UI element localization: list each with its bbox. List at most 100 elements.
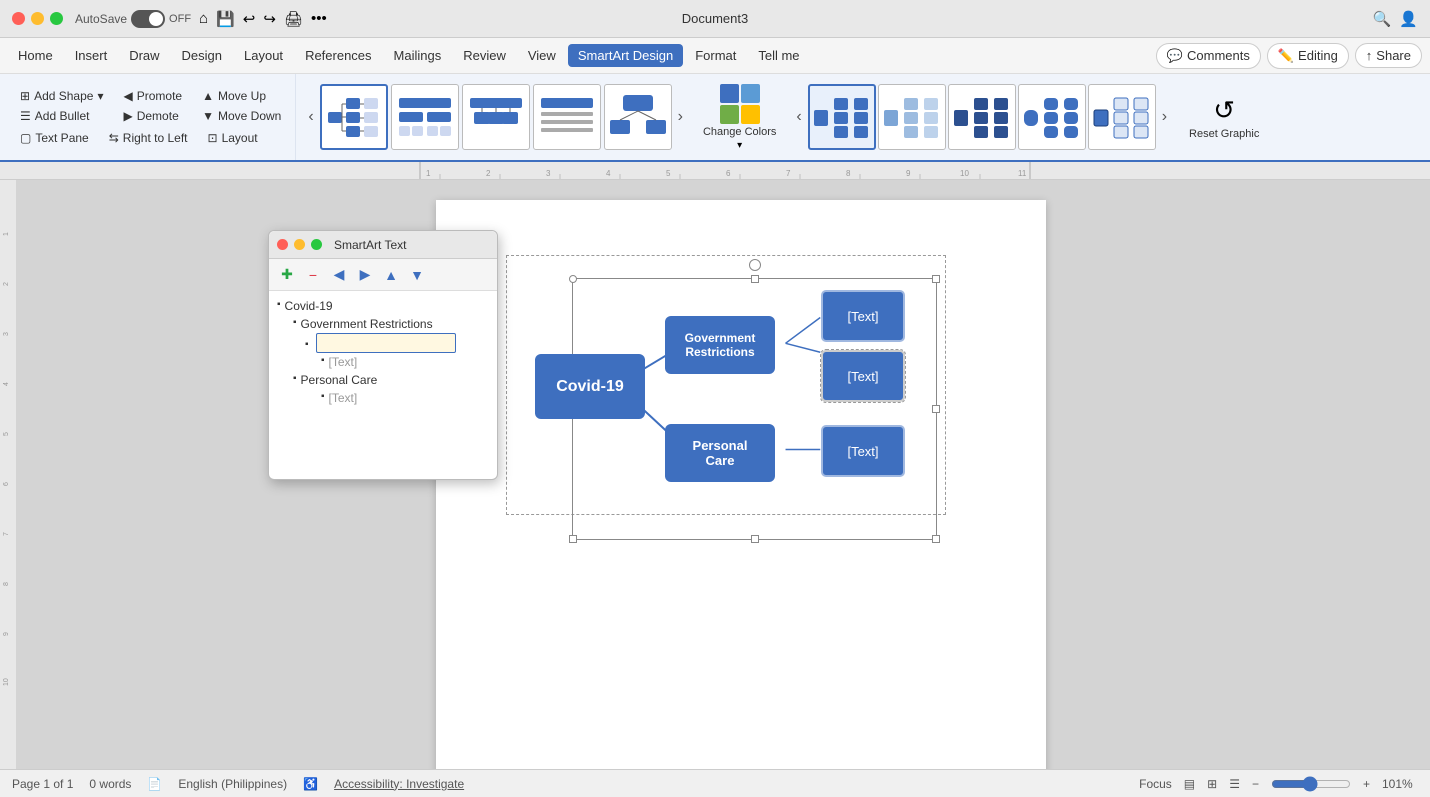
menu-draw[interactable]: Draw	[119, 44, 169, 67]
search-icon[interactable]: 🔍	[1373, 10, 1392, 28]
smartart-text-pane: SmartArt Text ✚ − ◀ ▶ ▲ ▼ ▪ Covid-19 ▪	[268, 230, 498, 480]
zoom-out-icon[interactable]: −	[1252, 777, 1259, 791]
titlebar-right: 🔍 👤	[1373, 10, 1418, 28]
resize-handle-tc[interactable]	[751, 275, 759, 283]
menu-view[interactable]: View	[518, 44, 566, 67]
change-colors-group[interactable]: Change Colors ▾	[695, 74, 784, 160]
comments-button[interactable]: 💬 Comments	[1156, 43, 1261, 69]
more-icon[interactable]: •••	[311, 10, 327, 27]
style-thumb-4[interactable]	[1018, 84, 1086, 150]
resize-handle-bc[interactable]	[751, 535, 759, 543]
save-icon[interactable]: 💾	[216, 10, 235, 28]
layout-thumb-3[interactable]	[462, 84, 530, 150]
move-up-button[interactable]: ▲ Move Up	[196, 87, 287, 105]
zoom-in-icon[interactable]: +	[1363, 777, 1370, 791]
rtl-icon: ⇆	[109, 131, 119, 145]
text-node-2-selected[interactable]: [Text]	[821, 350, 905, 402]
autosave-toggle[interactable]	[131, 10, 165, 28]
styles-prev-button[interactable]: ‹	[792, 108, 805, 126]
view-web-icon[interactable]: ⊞	[1207, 777, 1217, 791]
menu-tell-me[interactable]: Tell me	[748, 44, 809, 67]
person-icon[interactable]: 👤	[1399, 10, 1418, 28]
demote-button[interactable]: ▶ Demote	[117, 107, 188, 125]
pane-down-button[interactable]: ▼	[405, 263, 429, 287]
menu-mailings[interactable]: Mailings	[384, 44, 452, 67]
menu-design[interactable]: Design	[172, 44, 232, 67]
layout-thumb-4[interactable]	[533, 84, 601, 150]
style-thumb-3[interactable]	[948, 84, 1016, 150]
share-button[interactable]: ↑ Share	[1355, 43, 1422, 68]
layout-button[interactable]: ⊡ Layout	[202, 129, 264, 147]
change-colors-label: Change Colors	[703, 126, 776, 138]
text-pane-icon: ▢	[20, 131, 31, 145]
resize-handle-tl[interactable]	[569, 275, 577, 283]
right-to-left-button[interactable]: ⇆ Right to Left	[103, 129, 194, 147]
add-bullet-button[interactable]: ☰ Add Bullet	[14, 107, 109, 125]
styles-next-button[interactable]: ›	[1158, 108, 1171, 126]
titlebar-toolbar: ⌂ 💾 ↩ ↪ 🖨 •••	[199, 10, 327, 28]
menu-insert[interactable]: Insert	[65, 44, 118, 67]
menu-references[interactable]: References	[295, 44, 381, 67]
pane-close-button[interactable]	[277, 239, 288, 250]
menu-home[interactable]: Home	[8, 44, 63, 67]
menu-smartart-design[interactable]: SmartArt Design	[568, 44, 683, 67]
style-thumb-1[interactable]	[808, 84, 876, 150]
pane-text-input[interactable]	[316, 333, 456, 353]
redo-icon[interactable]: ↪	[263, 10, 276, 28]
move-down-button[interactable]: ▼ Move Down	[196, 107, 287, 125]
resize-handle-br[interactable]	[932, 535, 940, 543]
pane-add-button[interactable]: ✚	[275, 263, 299, 287]
pane-right-button[interactable]: ▶	[353, 263, 377, 287]
layouts-prev-button[interactable]: ‹	[304, 108, 317, 126]
pane-maximize-button[interactable]	[311, 239, 322, 250]
svg-text:6: 6	[3, 482, 10, 486]
rotate-handle[interactable]	[749, 259, 761, 271]
dropdown-arrow-icon: ▾	[97, 89, 103, 103]
smartart-diagram[interactable]: Covid-19 GovernmentRestrictions Personal…	[506, 255, 946, 515]
mid-node-gov-restrictions[interactable]: GovernmentRestrictions	[665, 316, 775, 374]
print-icon[interactable]: 🖨	[284, 10, 303, 28]
add-shape-button[interactable]: ⊞ Add Shape ▾	[14, 87, 109, 105]
resize-handle-bl[interactable]	[569, 535, 577, 543]
pane-minimize-button[interactable]	[294, 239, 305, 250]
focus-button[interactable]: Focus	[1139, 777, 1172, 791]
pane-remove-button[interactable]: −	[301, 263, 325, 287]
undo-icon[interactable]: ↩	[243, 10, 256, 28]
menu-format[interactable]: Format	[685, 44, 746, 67]
resize-handle-mr[interactable]	[932, 405, 940, 413]
style-thumb-2[interactable]	[878, 84, 946, 150]
pane-up-button[interactable]: ▲	[379, 263, 403, 287]
canvas-area[interactable]: Covid-19 GovernmentRestrictions Personal…	[16, 180, 1430, 769]
zoom-slider[interactable]	[1271, 776, 1351, 792]
text-pane-button[interactable]: ▢ Text Pane	[14, 129, 95, 147]
layouts-next-button[interactable]: ›	[674, 108, 687, 126]
zoom-level[interactable]: 101%	[1382, 777, 1418, 791]
text-node-3[interactable]: [Text]	[821, 425, 905, 477]
mid-node-personal-care[interactable]: PersonalCare	[665, 424, 775, 482]
center-node-covid19[interactable]: Covid-19	[535, 354, 645, 419]
layout-thumb-2[interactable]	[391, 84, 459, 150]
menu-review[interactable]: Review	[453, 44, 516, 67]
style-thumb-5[interactable]	[1088, 84, 1156, 150]
close-button[interactable]	[12, 12, 25, 25]
document-page: Covid-19 GovernmentRestrictions Personal…	[436, 200, 1046, 769]
text-node-1[interactable]: [Text]	[821, 290, 905, 342]
menu-layout[interactable]: Layout	[234, 44, 293, 67]
maximize-button[interactable]	[50, 12, 63, 25]
minimize-button[interactable]	[31, 12, 44, 25]
reset-graphic-group[interactable]: ↺ Reset Graphic	[1179, 74, 1269, 160]
view-outline-icon[interactable]: ☰	[1229, 777, 1240, 791]
pane-toolbar: ✚ − ◀ ▶ ▲ ▼	[269, 259, 497, 291]
house-icon[interactable]: ⌂	[199, 10, 208, 27]
accessibility-status[interactable]: Accessibility: Investigate	[334, 777, 464, 791]
colors-dropdown-icon: ▾	[737, 140, 742, 151]
move-up-icon: ▲	[202, 89, 214, 103]
view-normal-icon[interactable]: ▤	[1184, 777, 1195, 791]
editing-button[interactable]: ✏️ Editing	[1267, 43, 1349, 69]
layout-thumb-5[interactable]	[604, 84, 672, 150]
promote-button[interactable]: ◀ Promote	[117, 87, 188, 105]
resize-handle-tr[interactable]	[932, 275, 940, 283]
pane-left-button[interactable]: ◀	[327, 263, 351, 287]
layout-thumb-1[interactable]	[320, 84, 388, 150]
svg-text:7: 7	[3, 532, 10, 536]
